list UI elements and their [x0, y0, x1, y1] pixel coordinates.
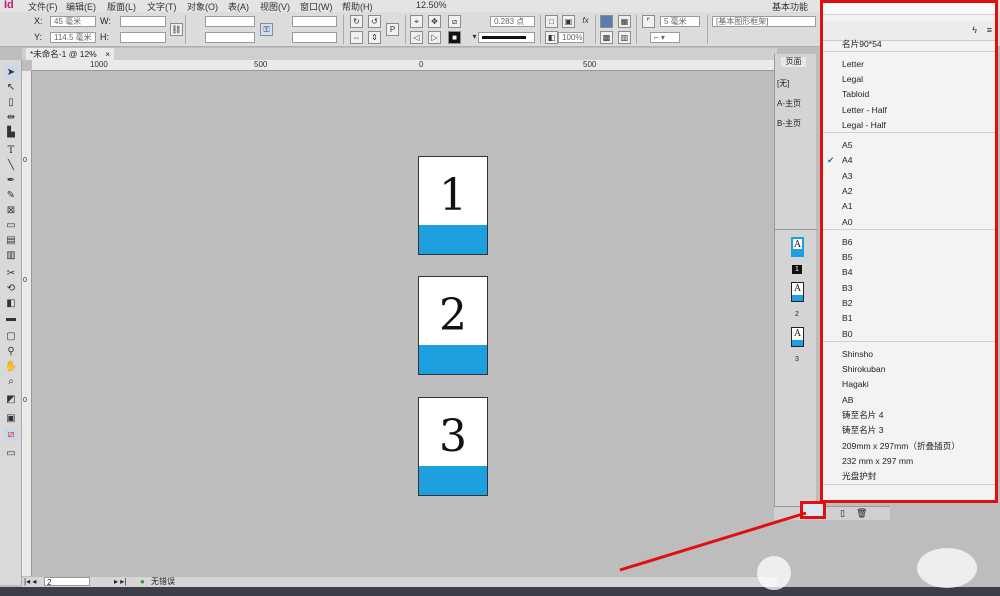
watermark-shape — [917, 548, 977, 588]
page-size-b2[interactable]: B2 — [842, 298, 853, 308]
page-size-legal-half[interactable]: Legal - Half — [842, 120, 886, 130]
menu-toolbar: ϟ ≡ — [823, 21, 995, 41]
page-size-hagaki[interactable]: Hagaki — [842, 379, 869, 389]
page-size-ab[interactable]: AB — [842, 395, 853, 405]
page-size-b1[interactable]: B1 — [842, 313, 853, 323]
page-size-shirokuban[interactable]: Shirokuban — [842, 364, 885, 374]
menu-separator — [823, 229, 995, 230]
page-size-tabloid[interactable]: Tabloid — [842, 89, 869, 99]
page-size-b6[interactable]: B6 — [842, 237, 853, 247]
lightning-icon[interactable]: ϟ — [972, 25, 977, 35]
page-size-card-4[interactable]: 铸至名片 4 — [842, 410, 884, 420]
menu-search-row — [823, 3, 995, 15]
page-size-b0[interactable]: B0 — [842, 329, 853, 339]
watermark-shape — [757, 556, 791, 590]
page-size-a4[interactable]: A4 — [842, 155, 853, 165]
page-size-legal[interactable]: Legal — [842, 74, 863, 84]
page-size-letter[interactable]: Letter — [842, 59, 864, 69]
page-size-232x297[interactable]: 232 mm x 297 mm — [842, 456, 913, 466]
menu-separator — [823, 484, 995, 485]
page-size-card-90x54[interactable]: 名片90*54 — [842, 39, 882, 49]
page-size-b5[interactable]: B5 — [842, 252, 853, 262]
menu-separator — [823, 132, 995, 133]
panel-menu-icon[interactable]: ≡ — [987, 25, 992, 35]
page-size-a3[interactable]: A3 — [842, 171, 853, 181]
page-size-a1[interactable]: A1 — [842, 201, 853, 211]
page-size-a2[interactable]: A2 — [842, 186, 853, 196]
page-size-b4[interactable]: B4 — [842, 267, 853, 277]
page-size-menu: ϟ ≡ 名片90*54 Letter Legal Tabloid Letter - Ha… — [820, 0, 998, 503]
menu-separator — [823, 51, 995, 52]
checkmark-icon: ✔ — [827, 155, 835, 165]
page-size-a0[interactable]: A0 — [842, 217, 853, 227]
page-size-cd-cover[interactable]: 光盘护封 — [842, 471, 876, 481]
page-size-209x297-foldout[interactable]: 209mm x 297mm（折叠插页） — [842, 441, 960, 451]
page-size-card-3[interactable]: 铸至名片 3 — [842, 425, 884, 435]
page-size-a5[interactable]: A5 — [842, 140, 853, 150]
menu-separator — [823, 341, 995, 342]
page-size-letter-half[interactable]: Letter - Half — [842, 105, 887, 115]
page-size-shinsho[interactable]: Shinsho — [842, 349, 873, 359]
page-size-b3[interactable]: B3 — [842, 283, 853, 293]
